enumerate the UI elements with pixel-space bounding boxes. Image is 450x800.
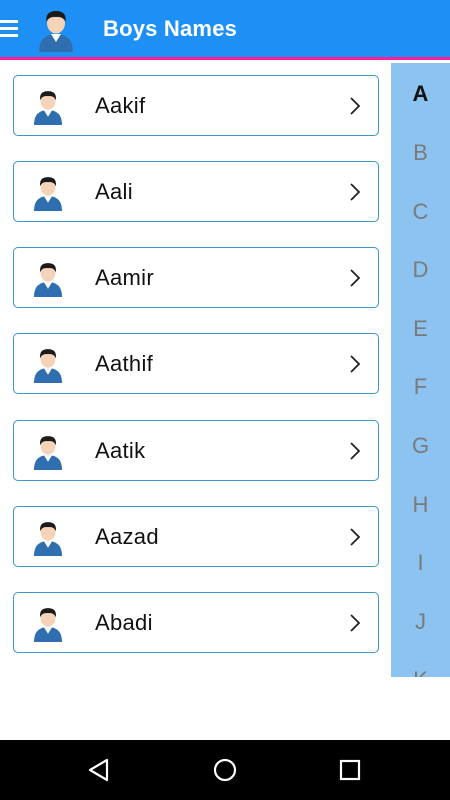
index-letter-h[interactable]: H xyxy=(391,492,450,518)
boy-avatar-icon xyxy=(39,10,73,52)
hamburger-menu-icon[interactable] xyxy=(0,0,34,59)
index-letter-g[interactable]: G xyxy=(391,433,450,459)
boy-avatar-icon xyxy=(33,521,63,556)
list-item[interactable]: Aakif xyxy=(13,75,379,136)
list-item-name: Aamir xyxy=(95,264,154,290)
chevron-right-icon xyxy=(350,182,361,201)
names-list: Aakif Aali Aamir Aathif Aatik Aazad Abad… xyxy=(0,63,391,740)
index-letter-b[interactable]: B xyxy=(391,140,450,166)
index-letter-i[interactable]: I xyxy=(391,550,450,576)
list-item-name: Aathif xyxy=(95,350,154,376)
list-item-name: Abadi xyxy=(95,609,153,635)
list-item[interactable]: Aamir xyxy=(13,247,379,308)
index-letter-j[interactable]: J xyxy=(391,609,450,635)
index-letter-d[interactable]: D xyxy=(391,257,450,283)
index-letter-e[interactable]: E xyxy=(391,316,450,342)
list-item-name: Aakif xyxy=(95,92,146,118)
boy-avatar-icon xyxy=(33,176,63,211)
chevron-right-icon xyxy=(350,354,361,373)
list-item[interactable]: Aazad xyxy=(13,506,379,567)
list-item[interactable]: Aali xyxy=(13,161,379,222)
list-item-name: Aatik xyxy=(95,437,146,463)
list-item-name: Aali xyxy=(95,178,133,204)
list-item[interactable]: Aathif xyxy=(13,333,379,394)
back-triangle-icon[interactable] xyxy=(84,755,114,785)
system-nav-bar xyxy=(0,740,450,800)
list-item-name: Aazad xyxy=(95,523,159,549)
page-title: Boys Names xyxy=(103,15,238,41)
index-letter-c[interactable]: C xyxy=(391,199,450,225)
chevron-right-icon xyxy=(350,613,361,632)
chevron-right-icon xyxy=(350,527,361,546)
boy-avatar-icon xyxy=(33,262,63,297)
index-letter-f[interactable]: F xyxy=(391,374,450,400)
home-circle-icon[interactable] xyxy=(210,755,240,785)
boy-avatar-icon xyxy=(33,607,63,642)
boy-avatar-icon xyxy=(33,435,63,470)
list-item[interactable]: Aatik xyxy=(13,420,379,481)
index-letter-k[interactable]: K xyxy=(391,667,450,677)
boy-avatar-icon xyxy=(33,90,63,125)
chevron-right-icon xyxy=(350,268,361,287)
boy-avatar-icon xyxy=(33,348,63,383)
chevron-right-icon xyxy=(350,441,361,460)
index-letter-a[interactable]: A xyxy=(391,81,450,107)
list-item[interactable]: Abadi xyxy=(13,592,379,653)
alphabet-index: A B C D E F G H I J K xyxy=(391,63,450,677)
chevron-right-icon xyxy=(350,96,361,115)
recents-square-icon[interactable] xyxy=(335,755,365,785)
app-screen: Boys Names Aakif Aali Aamir Aathif Aatik… xyxy=(0,0,450,800)
top-app-bar: Boys Names xyxy=(0,0,450,60)
